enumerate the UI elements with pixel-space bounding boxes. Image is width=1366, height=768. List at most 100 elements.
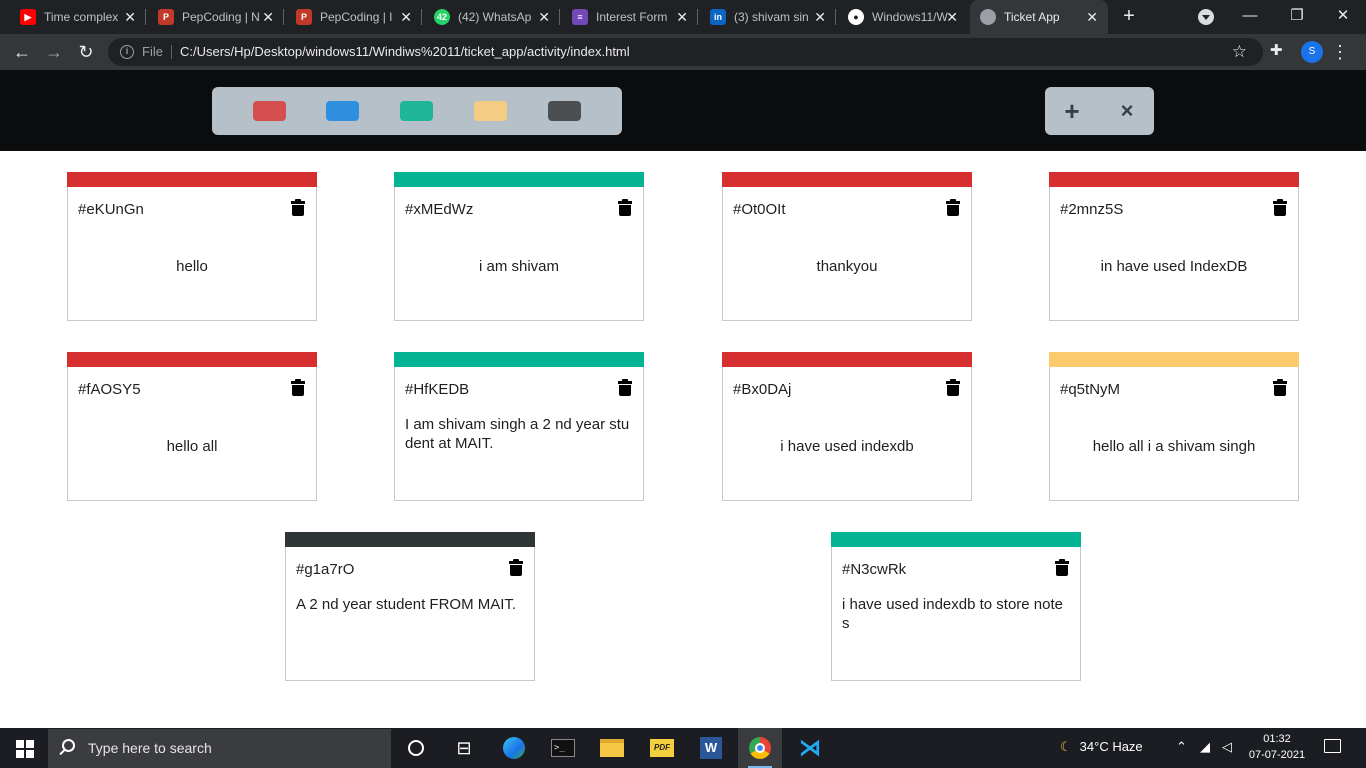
edge-icon[interactable] (500, 734, 528, 762)
cortana-icon[interactable] (402, 734, 430, 762)
ticket-color-strip[interactable] (722, 172, 972, 187)
ticket-text[interactable]: in have used IndexDB (1050, 257, 1298, 276)
ticket-text[interactable]: A 2 nd year student FROM MAIT. (296, 595, 524, 614)
close-tab-icon[interactable]: ✕ (814, 9, 826, 25)
task-view-icon[interactable]: ⊟ (450, 734, 478, 762)
forward-arrow-icon[interactable]: → (42, 40, 66, 64)
trash-icon[interactable] (1273, 379, 1289, 397)
ticket-text[interactable]: i have used indexdb to store notes (842, 595, 1070, 633)
trash-icon[interactable] (946, 199, 962, 217)
ticket-text[interactable]: i am shivam (395, 257, 643, 276)
trash-icon[interactable] (509, 559, 525, 577)
extensions-puzzle-icon[interactable]: ✚ (1270, 41, 1283, 59)
ticket-color-strip[interactable] (394, 172, 644, 187)
ticket-card[interactable]: #Bx0DAj i have used indexdb (722, 352, 972, 501)
vscode-icon[interactable]: ⋊ (796, 734, 824, 762)
ticket-color-strip[interactable] (1049, 172, 1299, 187)
close-tab-icon[interactable]: ✕ (676, 9, 688, 25)
ticket-id: #g1a7rO (296, 561, 355, 578)
filter-red-swatch[interactable] (253, 101, 286, 121)
back-arrow-icon[interactable]: ← (10, 40, 34, 64)
ticket-text[interactable]: hello all i a shivam singh (1050, 437, 1298, 456)
menu-kebab-icon[interactable]: ⋮ (1331, 39, 1349, 65)
whatsapp-icon: 42 (434, 9, 450, 25)
ticket-card[interactable]: #eKUnGn hello (67, 172, 317, 321)
ticket-color-strip[interactable] (67, 352, 317, 367)
chrome-icon (749, 737, 771, 759)
word-icon[interactable]: W (697, 734, 725, 762)
browser-tab[interactable]: 42 (42) WhatsAp ✕ (424, 0, 560, 34)
ticket-text[interactable]: i have used indexdb (723, 437, 971, 456)
windows-start-icon[interactable] (16, 740, 34, 758)
terminal-icon[interactable]: >_ (549, 734, 577, 762)
browser-tab[interactable]: in (3) shivam sin ✕ (700, 0, 836, 34)
url-text[interactable]: C:/Users/Hp/Desktop/windows11/Windiws%20… (180, 44, 630, 59)
notification-center-icon[interactable] (1324, 739, 1341, 753)
browser-tab[interactable]: P PepCoding | I ✕ (286, 0, 422, 34)
taskbar-search-box[interactable]: Type here to search (48, 729, 391, 768)
ticket-color-strip[interactable] (1049, 352, 1299, 367)
new-tab-button[interactable]: + (1118, 5, 1140, 27)
trash-icon[interactable] (1055, 559, 1071, 577)
trash-icon[interactable] (618, 199, 634, 217)
chrome-taskbar-button[interactable] (738, 728, 782, 768)
ticket-text[interactable]: I am shivam singh a 2 nd year student at… (405, 415, 633, 453)
ticket-card[interactable]: #2mnz5S in have used IndexDB (1049, 172, 1299, 321)
close-tab-icon[interactable]: ✕ (262, 9, 274, 25)
ticket-card[interactable]: #g1a7rO A 2 nd year student FROM MAIT. (285, 532, 535, 681)
ticket-color-strip[interactable] (722, 352, 972, 367)
trash-icon[interactable] (291, 199, 307, 217)
close-tab-icon[interactable]: ✕ (538, 9, 550, 25)
reload-icon[interactable]: ↻ (74, 40, 98, 64)
ticket-card[interactable]: #N3cwRk i have used indexdb to store note… (831, 532, 1081, 681)
close-window-button[interactable]: ✕ (1323, 4, 1363, 28)
ticket-card[interactable]: #Ot0OIt thankyou (722, 172, 972, 321)
taskbar-clock[interactable]: 01:32 07-07-2021 (1244, 731, 1310, 763)
browser-tab[interactable]: ≡ Interest Form ✕ (562, 0, 698, 34)
bookmark-star-icon[interactable]: ☆ (1232, 42, 1247, 62)
ticket-color-strip[interactable] (394, 352, 644, 367)
browser-tab[interactable]: ● Windows11/W ✕ (838, 0, 968, 34)
volume-icon[interactable]: ◁ (1222, 739, 1232, 755)
trash-icon[interactable] (1273, 199, 1289, 217)
ticket-color-strip[interactable] (831, 532, 1081, 547)
filter-yellow-swatch[interactable] (474, 101, 507, 121)
profile-avatar[interactable]: S (1301, 41, 1323, 63)
ticket-card[interactable]: #q5tNyM hello all i a shivam singh (1049, 352, 1299, 501)
ticket-card[interactable]: #HfKEDB I am shivam singh a 2 nd year stu… (394, 352, 644, 501)
ticket-text[interactable]: thankyou (723, 257, 971, 276)
network-icon[interactable]: ◢ (1200, 739, 1210, 755)
ticket-card[interactable]: #xMEdWz i am shivam (394, 172, 644, 321)
tab-search-icon[interactable] (1198, 9, 1214, 25)
add-ticket-button[interactable]: + (1056, 95, 1088, 127)
trash-icon[interactable] (946, 379, 962, 397)
browser-tab-active[interactable]: Ticket App ✕ (970, 0, 1108, 34)
trash-icon[interactable] (618, 379, 634, 397)
filter-black-swatch[interactable] (548, 101, 581, 121)
close-tab-icon[interactable]: ✕ (400, 9, 412, 25)
filter-green-swatch[interactable] (400, 101, 433, 121)
pdf-reader-icon[interactable]: PDF (648, 734, 676, 762)
browser-tab[interactable]: P PepCoding | N ✕ (148, 0, 284, 34)
ticket-text[interactable]: hello (68, 257, 316, 276)
show-hidden-icons-icon[interactable]: ⌃ (1176, 739, 1187, 755)
browser-tab[interactable]: ▶ Time complex ✕ (10, 0, 146, 34)
minimize-button[interactable]: — (1230, 4, 1270, 28)
close-tab-icon[interactable]: ✕ (946, 9, 958, 25)
weather-widget[interactable]: ☾ 34°C Haze (1060, 739, 1143, 755)
close-tab-icon[interactable]: ✕ (124, 9, 136, 25)
address-bar[interactable]: i File C:/Users/Hp/Desktop/windows11/Win… (108, 38, 1263, 66)
filter-blue-swatch[interactable] (326, 101, 359, 121)
maximize-button[interactable]: ❐ (1277, 4, 1317, 28)
ticket-card[interactable]: #fAOSY5 hello all (67, 352, 317, 501)
delete-mode-button[interactable]: × (1111, 95, 1143, 127)
info-icon[interactable]: i (120, 45, 134, 59)
ticket-id: #q5tNyM (1060, 381, 1121, 398)
close-tab-icon[interactable]: ✕ (1086, 9, 1098, 25)
file-explorer-icon[interactable] (598, 734, 626, 762)
ticket-color-strip[interactable] (285, 532, 535, 547)
ticket-color-strip[interactable] (67, 172, 317, 187)
pepcoding-icon: P (296, 9, 312, 25)
ticket-text[interactable]: hello all (68, 437, 316, 456)
trash-icon[interactable] (291, 379, 307, 397)
